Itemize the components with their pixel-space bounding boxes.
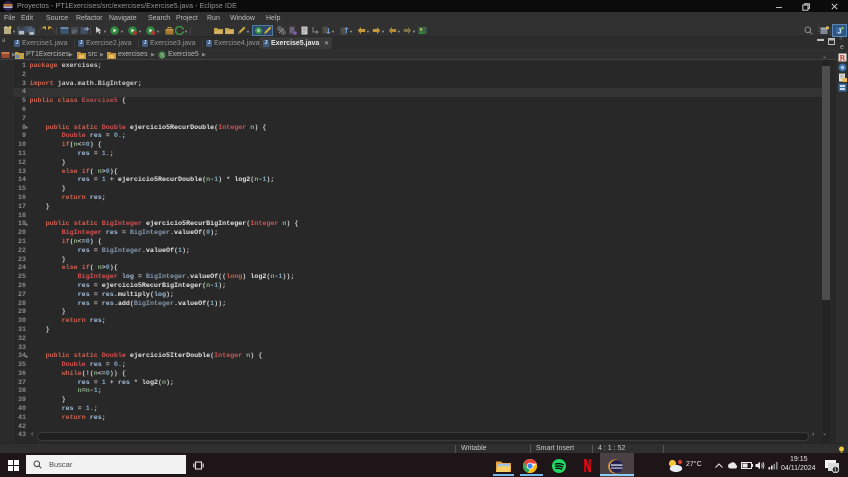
svg-text:1: 1	[834, 468, 837, 473]
svg-text:J: J	[838, 29, 842, 36]
svg-text:R: R	[840, 54, 846, 63]
svg-text:S: S	[160, 53, 164, 59]
